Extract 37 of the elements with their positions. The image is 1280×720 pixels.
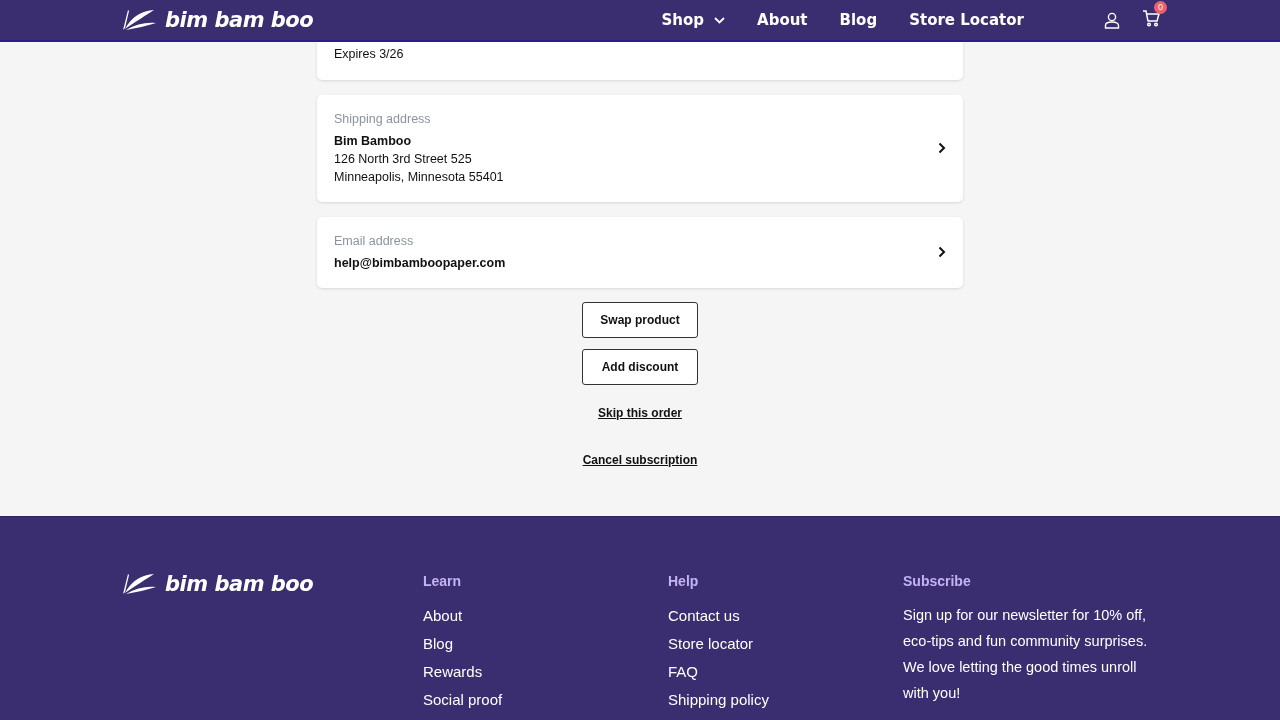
logo-text: bim bam boo (165, 8, 314, 32)
footer-link[interactable]: Contact us (668, 602, 903, 630)
cart-icon[interactable] (1142, 9, 1160, 27)
action-button[interactable]: Swap product (582, 302, 698, 338)
nav-link[interactable]: Store Locator (909, 11, 1024, 29)
logo[interactable]: bim bam boo (120, 572, 423, 596)
user-icon[interactable] (1104, 11, 1120, 29)
footer-heading: Subscribe (903, 572, 972, 590)
info-card[interactable]: Expires 3/26 (317, 42, 963, 80)
text-link[interactable]: Skip this order (598, 405, 682, 421)
info-card[interactable]: Shipping address Bim Bamboo 126 North 3rd Street 525 Minneapolis, Minnesota 55401 (317, 95, 963, 202)
card-label: Shipping address (334, 111, 432, 128)
card-title: Bim Bamboo (334, 133, 413, 150)
footer-link[interactable]: Blog (423, 630, 668, 658)
nav-link[interactable]: About (757, 11, 808, 29)
logo-text: bim bam boo (165, 572, 314, 596)
card-label: Email address (334, 233, 415, 250)
cart-count-badge: 0 (1154, 0, 1167, 14)
footer-link[interactable]: About (423, 602, 668, 630)
nav-link[interactable]: Shop (661, 11, 726, 29)
footer-link[interactable]: Store locator (668, 630, 903, 658)
action-button[interactable]: Add discount (582, 349, 698, 385)
info-card[interactable]: Email address help@bimbamboopaper.com (317, 217, 963, 288)
card-title: help@bimbamboopaper.com (334, 255, 507, 272)
footer-heading: Learn (423, 572, 463, 590)
footer-link[interactable]: FAQ (668, 658, 903, 686)
card-text: Minneapolis, Minnesota 55401 (334, 169, 505, 186)
footer-link[interactable]: Social proof (423, 686, 668, 714)
card-text: Expires 3/26 (334, 46, 405, 63)
footer-heading: Help (668, 572, 700, 590)
card-text: 126 North 3rd Street 525 (334, 151, 473, 168)
footer-link[interactable]: Shipping policy (668, 686, 903, 714)
footer-link[interactable]: Rewards (423, 658, 668, 686)
nav-link[interactable]: Blog (839, 11, 878, 29)
newsletter-text: Sign up for our newsletter for 10% off, eco-tips and fun community surprises. We love letting the good times unroll with you! (903, 606, 1149, 703)
logo[interactable]: bim bam boo (120, 8, 314, 32)
text-link[interactable]: Cancel subscription (582, 452, 698, 468)
